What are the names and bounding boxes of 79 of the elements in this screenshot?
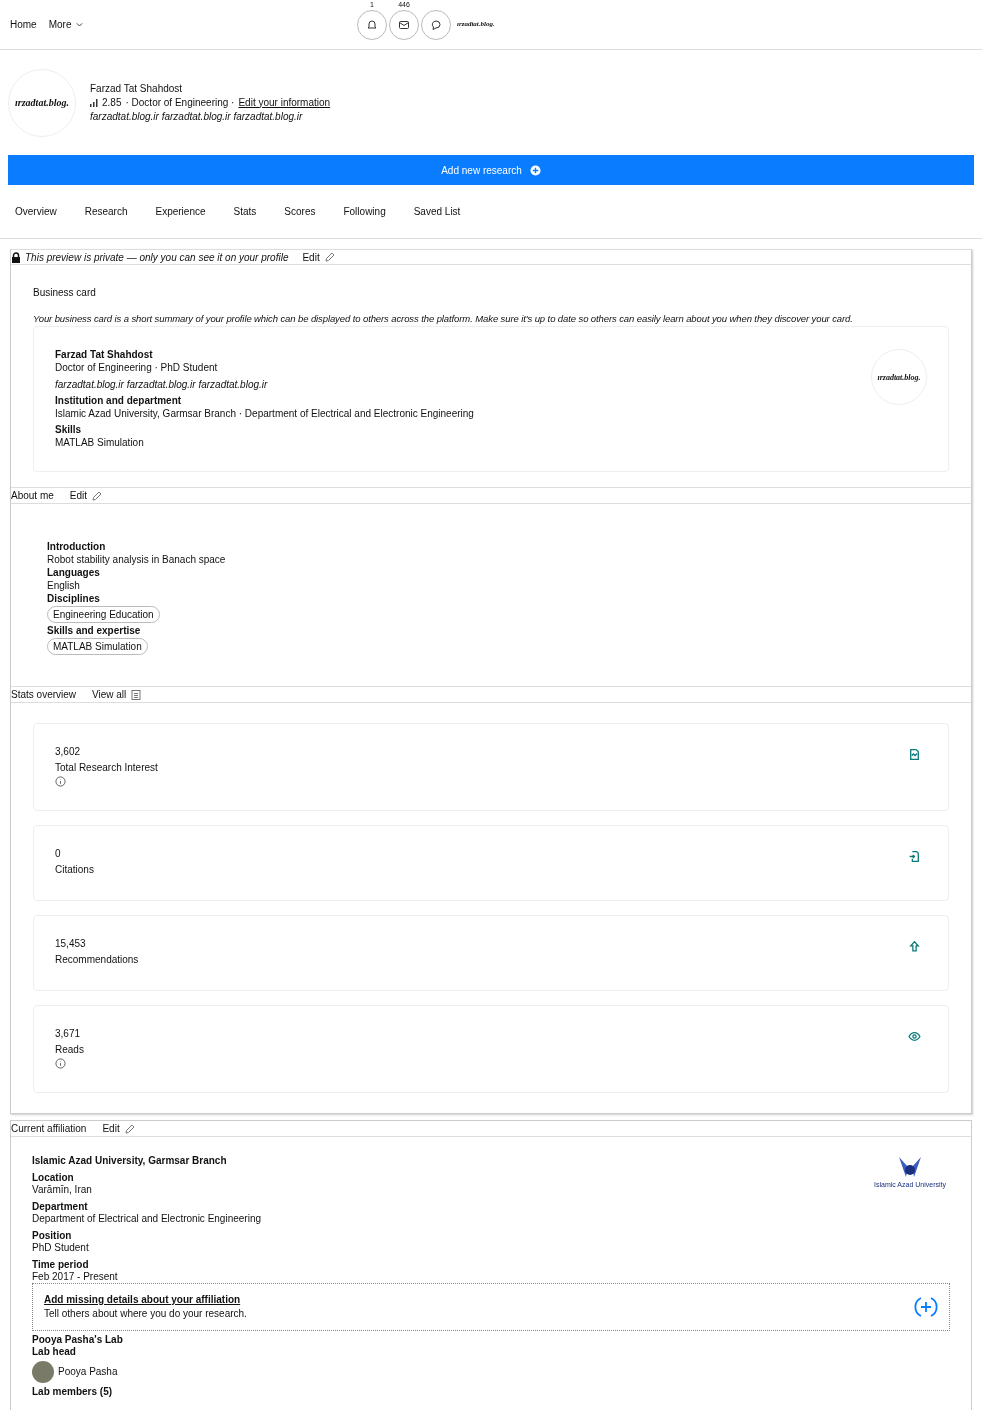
section-title: Stats overview [11,688,77,702]
field-label: Skills [55,423,83,437]
field-value: Department of Electrical and Electronic Engineering [32,1213,261,1225]
stat-label: Reads [55,1043,84,1057]
field-value: Varāmīn, Iran [32,1184,93,1196]
nav-link[interactable]: More [48,17,85,32]
stat-label: Citations [55,863,94,877]
score-text: 2.85 [102,95,122,110]
add-details-link[interactable]: Add missing details about your affiliation [44,1294,247,1306]
field-value: English [47,579,80,592]
edit-button[interactable]: Edit [69,488,104,503]
profile-tab[interactable]: Stats [233,204,257,219]
up-arrow-icon [908,940,921,953]
nav-link[interactable]: Home [10,17,37,32]
card-website: farzadtat.blog.ir farzadtat.blog.ir farzadtat.blog.ir [55,378,269,392]
pencil-icon [91,489,104,502]
stat-label: Total Research Interest [55,761,158,775]
stat-label: Recommendations [55,953,139,967]
pencil-icon [323,251,336,263]
degree-text: · Doctor of Engineering · [125,95,235,110]
profile-tab[interactable]: Saved List [413,204,461,219]
stat-value: 0 [55,847,61,861]
add-research-button[interactable]: Add new research [8,155,974,185]
edit-button[interactable]: Edit [102,1121,136,1136]
section-title: Current affiliation [11,1122,87,1136]
field-value: PhD Student [32,1242,90,1254]
profile-tab[interactable]: Scores [284,204,316,219]
field-label: Institution and department [55,394,183,408]
profile-tab[interactable]: Experience [155,204,206,219]
view-all-button[interactable]: View all [92,687,143,702]
privacy-notice: This preview is private — only you can see it on your profile [25,250,289,265]
institution-name: Islamic Azad University, Garmsar Branch [32,1155,228,1167]
field-value: MATLAB Simulation [55,436,145,450]
field-value: Feb 2017 - Present [32,1271,119,1283]
avatar-placeholder [32,1361,54,1383]
field-label: Disciplines [47,592,100,605]
field-label: Skills and expertise [47,624,141,637]
lock-icon [11,251,21,263]
lab-members-label: Lab members (5) [32,1386,114,1398]
field-value: Robot stability analysis in Banach space [47,553,226,566]
field-label: Time period [32,1259,90,1271]
card-subtitle: Doctor of Engineering · PhD Student [55,361,219,375]
plus-circle-icon [529,164,541,176]
info-icon [55,776,66,787]
signal-bars-icon [90,98,98,107]
chat-icon [430,18,442,31]
field-label: Department [32,1201,89,1213]
eye-icon [908,1030,921,1043]
pencil-icon [123,1122,136,1135]
field-label: Languages [47,566,100,579]
stat-value: 3,671 [55,1027,81,1041]
edit-button[interactable]: Edit [302,249,336,265]
profile-tab[interactable]: Research [84,204,128,219]
stat-value: 15,453 [55,937,86,951]
section-title: About me [11,489,54,503]
profile-name: Farzad Tat Shahdost [90,81,184,96]
field-label: Position [32,1230,73,1242]
field-label: Location [32,1172,75,1184]
bell-icon [366,18,378,31]
field-label: Lab head [32,1346,77,1358]
info-icon [55,1058,66,1069]
prompt-text: Tell others about where you do your research. [44,1308,247,1320]
arrow-document-icon [908,850,921,863]
list-icon [130,688,143,701]
edit-link[interactable]: Edit your information [238,95,331,110]
mail-icon [398,18,410,31]
chevron-down-icon [75,20,85,29]
website-text: farzadtat.blog.ir farzadtat.blog.ir farzadtat.blog.ir [90,109,304,124]
card-name: Farzad Tat Shahdost [55,348,154,362]
chart-document-icon [908,748,921,761]
field-label: Introduction [47,540,106,553]
lab-name: Pooya Pasha's Lab [32,1334,124,1346]
stat-value: 3,602 [55,745,81,759]
card-description: Your business card is a short summary of your profile which can be displayed to others across the platform. Make sure it's up to date so others can easily learn about you when they discover your card. [33,312,854,326]
profile-tab[interactable]: Overview [15,204,57,219]
field-value: Islamic Azad University, Garmsar Branch · Department of Electrical and Electronic Engineering [55,407,474,421]
profile-tab[interactable]: Following [343,204,386,219]
section-title: Business card [33,286,97,300]
person-name[interactable]: Pooya Pasha [58,1366,118,1378]
